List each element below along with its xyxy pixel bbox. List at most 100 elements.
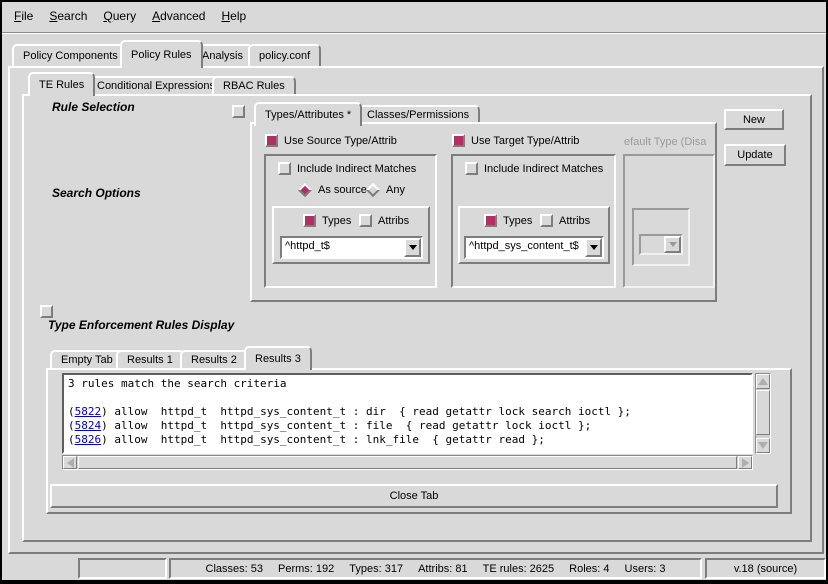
combo-value: ^httpd_t$ — [282, 238, 404, 257]
menu-search[interactable]: Search — [41, 5, 95, 27]
menu-advanced-rest: dvanced — [160, 9, 205, 23]
rule-id-link[interactable]: 5826 — [75, 433, 102, 446]
rule-text: ) allow httpd_t httpd_sys_content_t : fi… — [101, 419, 591, 432]
radio-as-source[interactable]: As source — [298, 184, 367, 196]
vertical-sash-handle[interactable] — [232, 105, 245, 118]
menu-query[interactable]: Query — [95, 5, 144, 27]
tab-label: Classes/Permissions — [367, 109, 469, 121]
rule-text: ) allow httpd_t httpd_sys_content_t : di… — [101, 405, 631, 418]
tab-results-1[interactable]: Results 1 — [116, 350, 184, 368]
scroll-down-button[interactable] — [756, 438, 770, 453]
tab-label: Empty Tab — [61, 354, 113, 366]
arrow-right-icon — [742, 458, 749, 468]
checkbox-source-attribs[interactable]: Attribs — [359, 214, 409, 227]
checkbox-indicator — [484, 214, 497, 227]
checkbox-source-indirect[interactable]: Include Indirect Matches — [278, 162, 416, 175]
checkbox-label: Attribs — [559, 215, 590, 227]
checkbox-target-indirect[interactable]: Include Indirect Matches — [465, 162, 603, 175]
rule-id-link[interactable]: 5822 — [75, 405, 102, 418]
results-text[interactable]: 3 rules match the search criteria (5822)… — [62, 373, 753, 454]
new-button[interactable]: New — [724, 109, 784, 130]
horizontal-sash-handle[interactable] — [40, 305, 53, 318]
default-type-label: efault Type (Disa — [624, 136, 715, 148]
default-type-combo — [639, 234, 683, 255]
checkbox-use-target[interactable]: Use Target Type/Attrib — [452, 134, 579, 147]
checkbox-target-attribs[interactable]: Attribs — [540, 214, 590, 227]
checkbox-source-types[interactable]: Types — [303, 214, 351, 227]
rule-pre: ( — [68, 405, 75, 418]
checkbox-indicator — [452, 134, 465, 147]
menubar-separator — [2, 32, 826, 34]
tab-classes-permissions[interactable]: Classes/Permissions — [356, 105, 480, 122]
tab-label: Analysis — [202, 50, 243, 62]
tab-empty-tab[interactable]: Empty Tab — [50, 350, 124, 368]
chevron-down-icon — [590, 245, 598, 250]
source-type-combo[interactable]: ^httpd_t$ — [280, 236, 423, 259]
horizontal-scrollbar[interactable] — [62, 455, 753, 470]
tab-results-2[interactable]: Results 2 — [180, 350, 248, 368]
combo-value: ^httpd_sys_content_t$ — [466, 238, 585, 257]
radio-label: As source — [318, 184, 367, 196]
arrow-up-icon — [758, 378, 768, 385]
status-panel-empty — [78, 558, 167, 579]
scrollbar-thumb[interactable] — [756, 390, 770, 435]
tab-results-3[interactable]: Results 3 — [244, 346, 312, 370]
combo-dropdown-button[interactable] — [404, 238, 421, 257]
arrow-down-icon — [758, 442, 768, 449]
rule-id-link[interactable]: 5824 — [75, 419, 102, 432]
tab-label: RBAC Rules — [223, 80, 285, 92]
tab-policy-components[interactable]: Policy Components — [12, 44, 129, 66]
checkbox-label: Types — [503, 215, 532, 227]
scrollbar-thumb[interactable] — [78, 456, 737, 469]
menu-advanced[interactable]: Advanced — [144, 5, 213, 27]
radio-any[interactable]: Any — [366, 184, 405, 196]
button-label: Update — [737, 149, 772, 161]
tab-label: Results 2 — [191, 354, 237, 366]
checkbox-label: Include Indirect Matches — [297, 163, 416, 175]
tab-types-attributes[interactable]: Types/Attributes * — [254, 102, 362, 126]
arrow-left-icon — [67, 458, 74, 468]
target-type-combo[interactable]: ^httpd_sys_content_t$ — [464, 236, 604, 259]
stat-types: Types: 317 — [349, 563, 403, 575]
tab-policy-conf[interactable]: policy.conf — [248, 44, 321, 66]
policy-version: v.18 (source) — [734, 563, 797, 575]
scroll-right-button[interactable] — [738, 456, 752, 469]
checkbox-indicator — [465, 162, 478, 175]
combo-dropdown-button[interactable] — [585, 238, 602, 257]
menu-help[interactable]: Help — [213, 5, 254, 27]
radio-indicator — [366, 183, 380, 197]
scroll-left-button[interactable] — [63, 456, 77, 469]
checkbox-target-types[interactable]: Types — [484, 214, 532, 227]
update-button[interactable]: Update — [724, 144, 786, 166]
rule-line: (5822) allow httpd_t httpd_sys_content_t… — [68, 405, 747, 419]
close-tab-button[interactable]: Close Tab — [50, 484, 778, 508]
checkbox-indicator — [278, 162, 291, 175]
stat-classes: Classes: 53 — [206, 563, 263, 575]
tab-policy-rules[interactable]: Policy Rules — [120, 40, 203, 68]
menu-file[interactable]: File — [6, 5, 41, 27]
radio-label: Any — [386, 184, 405, 196]
results-summary: 3 rules match the search criteria — [68, 377, 747, 391]
tab-te-rules[interactable]: TE Rules — [28, 72, 95, 96]
tab-rbac-rules[interactable]: RBAC Rules — [212, 76, 296, 94]
rule-line: (5826) allow httpd_t httpd_sys_content_t… — [68, 433, 747, 447]
combo-value — [641, 236, 664, 253]
rule-pre: ( — [68, 433, 75, 446]
radio-indicator — [298, 183, 312, 197]
checkbox-indicator — [303, 214, 316, 227]
checkbox-indicator — [265, 134, 278, 147]
rule-selection-title: Rule Selection — [48, 100, 139, 114]
checkbox-indicator — [359, 214, 372, 227]
tab-conditional-expressions[interactable]: Conditional Expressions — [86, 76, 226, 94]
checkbox-label: Types — [322, 215, 351, 227]
chevron-down-icon — [669, 242, 677, 247]
scroll-up-button[interactable] — [756, 374, 770, 389]
checkbox-use-source[interactable]: Use Source Type/Attrib — [265, 134, 397, 147]
vertical-scrollbar[interactable] — [755, 373, 771, 454]
menu-help-rest: elp — [230, 9, 246, 23]
tab-label: Conditional Expressions — [97, 80, 215, 92]
tab-label: Types/Attributes * — [265, 109, 351, 121]
checkbox-label: Use Source Type/Attrib — [284, 135, 397, 147]
tab-label: TE Rules — [39, 79, 84, 91]
tab-label: Results 1 — [127, 354, 173, 366]
